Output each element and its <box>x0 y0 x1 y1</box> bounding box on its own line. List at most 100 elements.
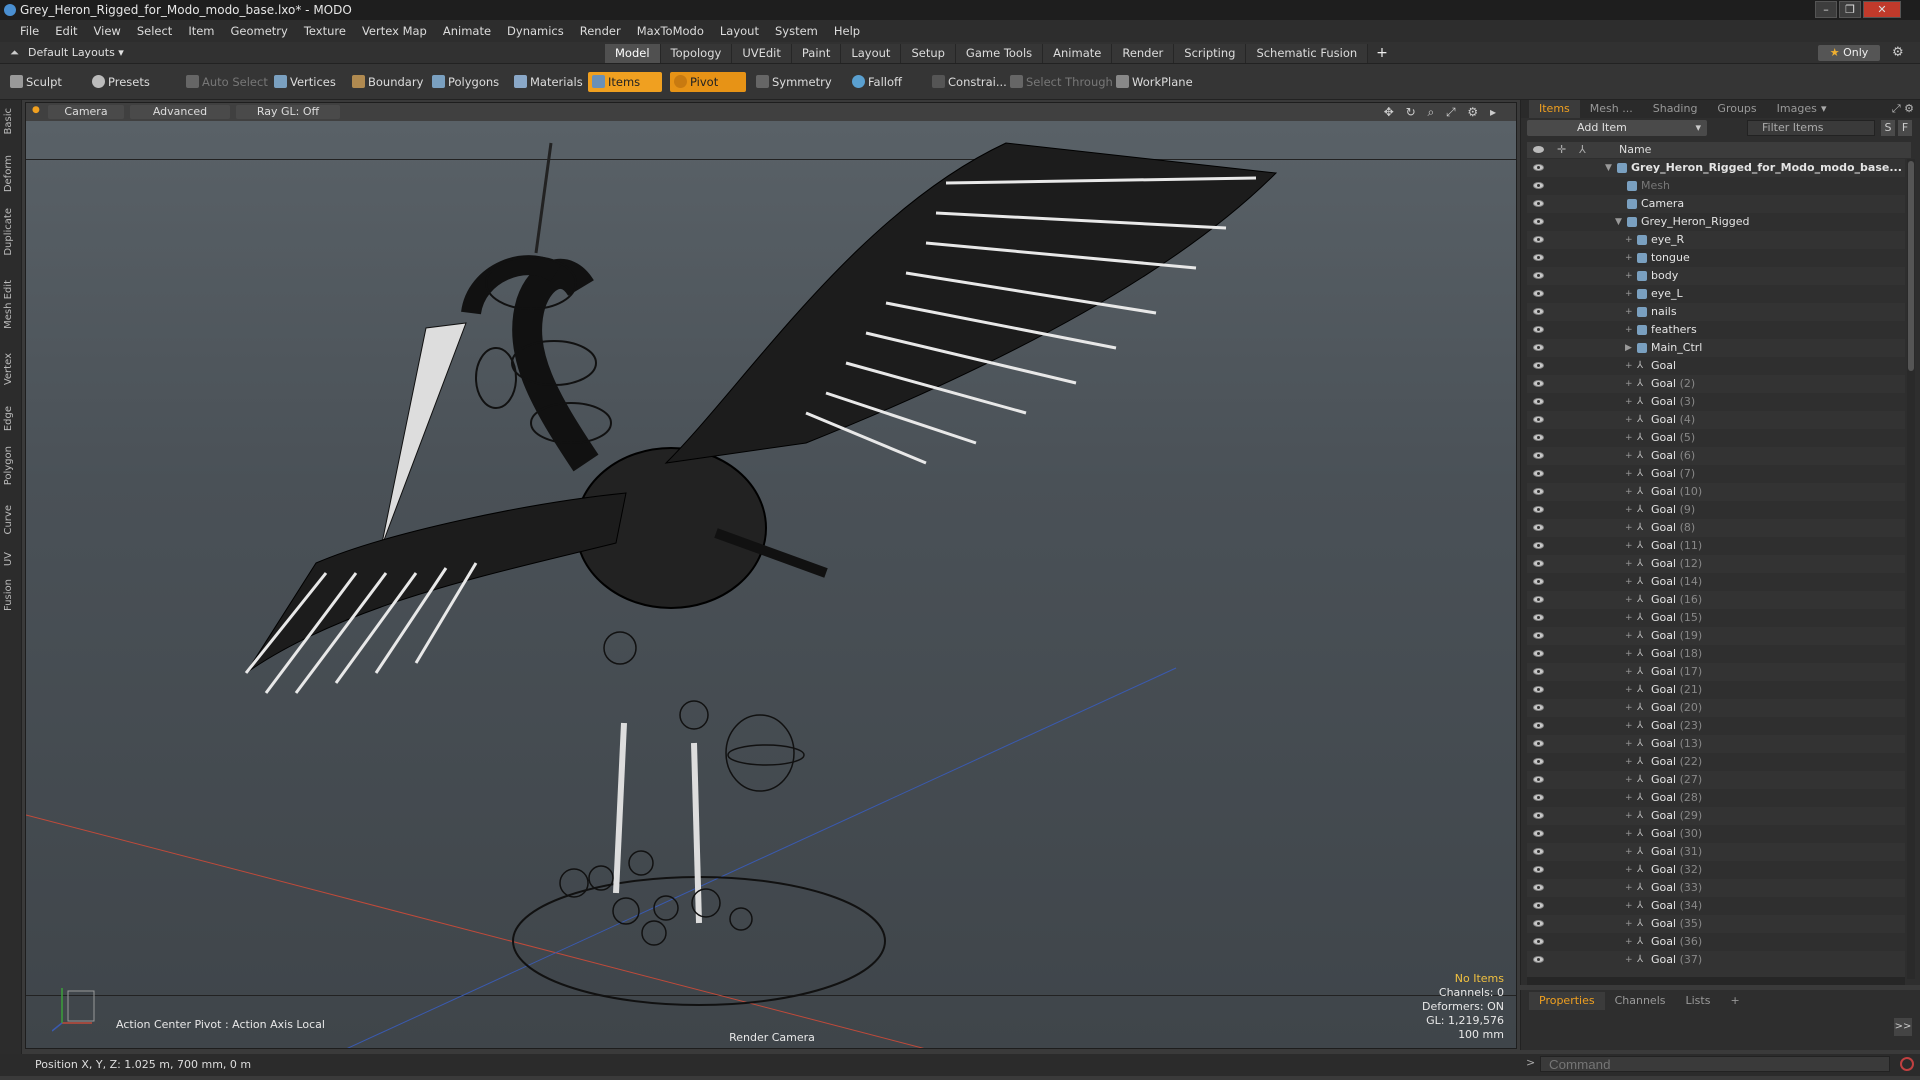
expand-toggle-icon[interactable]: ▶ <box>1625 339 1632 357</box>
left-tab-curve[interactable]: Curve <box>3 505 14 535</box>
expand-toggle-icon[interactable]: + <box>1625 717 1633 735</box>
left-tab-duplicate[interactable]: Duplicate <box>3 208 14 256</box>
command-input[interactable] <box>1540 1056 1890 1072</box>
menu-layout[interactable]: Layout <box>712 24 767 38</box>
visibility-eye-icon[interactable] <box>1533 938 1544 945</box>
visibility-eye-icon[interactable] <box>1533 488 1544 495</box>
expand-toggle-icon[interactable]: ▼ <box>1605 159 1612 177</box>
expand-toggle-icon[interactable]: + <box>1625 411 1633 429</box>
menu-vertex-map[interactable]: Vertex Map <box>354 24 435 38</box>
symmetry-button[interactable]: Symmetry <box>752 72 840 92</box>
item-row[interactable]: Camera <box>1527 195 1905 213</box>
visibility-header-eye-icon[interactable] <box>1533 146 1544 153</box>
item-list-scrollbar[interactable] <box>1907 159 1915 979</box>
panel-tab-shading[interactable]: Shading <box>1643 100 1708 118</box>
expand-toggle-icon[interactable]: + <box>1625 465 1633 483</box>
visibility-eye-icon[interactable] <box>1533 182 1544 189</box>
tab-schematic-fusion[interactable]: Schematic Fusion <box>1246 44 1369 63</box>
workplane-button[interactable]: WorkPlane <box>1112 72 1201 92</box>
menu-dynamics[interactable]: Dynamics <box>499 24 572 38</box>
expand-toggle-icon[interactable]: + <box>1625 591 1633 609</box>
visibility-eye-icon[interactable] <box>1533 920 1544 927</box>
item-row[interactable]: + ⅄ Goal (12) <box>1527 555 1905 573</box>
visibility-eye-icon[interactable] <box>1533 902 1544 909</box>
item-row[interactable]: + ⅄ Goal (27) <box>1527 771 1905 789</box>
expand-toggle-icon[interactable]: + <box>1625 789 1633 807</box>
expand-toggle-icon[interactable]: + <box>1625 699 1633 717</box>
expand-toggle-icon[interactable]: + <box>1625 933 1633 951</box>
stop-icon[interactable] <box>1900 1057 1914 1071</box>
visibility-eye-icon[interactable] <box>1533 200 1544 207</box>
constraints-button[interactable]: Constrai... <box>928 72 1015 92</box>
expand-toggle-icon[interactable]: + <box>1625 915 1633 933</box>
item-row[interactable]: + eye_R <box>1527 231 1905 249</box>
visibility-eye-icon[interactable] <box>1533 470 1544 477</box>
tab-topology[interactable]: Topology <box>660 44 733 63</box>
collapse-arrow-icon[interactable]: ⏶ <box>10 45 19 61</box>
default-layouts-dropdown[interactable]: ⏶ Default Layouts ▾ <box>8 45 124 61</box>
item-row[interactable]: + ⅄ Goal (33) <box>1527 879 1905 897</box>
item-row[interactable]: + ⅄ Goal (35) <box>1527 915 1905 933</box>
visibility-eye-icon[interactable] <box>1533 542 1544 549</box>
polygons-button[interactable]: Polygons <box>428 72 507 92</box>
expand-toggle-icon[interactable]: + <box>1625 573 1633 591</box>
expand-toggle-icon[interactable]: + <box>1625 519 1633 537</box>
visibility-eye-icon[interactable] <box>1533 164 1544 171</box>
visibility-eye-icon[interactable] <box>1533 812 1544 819</box>
visibility-eye-icon[interactable] <box>1533 650 1544 657</box>
expand-toggle-icon[interactable]: + <box>1625 267 1633 285</box>
expand-toggle-icon[interactable]: + <box>1625 375 1633 393</box>
item-row[interactable]: + nails <box>1527 303 1905 321</box>
menu-render[interactable]: Render <box>572 24 629 38</box>
visibility-eye-icon[interactable] <box>1533 506 1544 513</box>
visibility-eye-icon[interactable] <box>1533 884 1544 891</box>
visibility-eye-icon[interactable] <box>1533 416 1544 423</box>
item-row[interactable]: + ⅄ Goal (20) <box>1527 699 1905 717</box>
tab-layout[interactable]: Layout <box>841 44 902 63</box>
left-tab-edge[interactable]: Edge <box>3 406 14 431</box>
pivot-button[interactable]: Pivot <box>670 72 746 92</box>
menu-edit[interactable]: Edit <box>47 24 85 38</box>
item-row[interactable]: + feathers <box>1527 321 1905 339</box>
maximize-button[interactable]: ❐ <box>1839 1 1861 18</box>
item-row[interactable]: + ⅄ Goal (13) <box>1527 735 1905 753</box>
expand-toggle-icon[interactable]: + <box>1625 627 1633 645</box>
expand-toggle-icon[interactable]: + <box>1625 807 1633 825</box>
select-through-button[interactable]: Select Through <box>1006 72 1121 92</box>
item-row[interactable]: + ⅄ Goal (3) <box>1527 393 1905 411</box>
item-row[interactable]: + ⅄ Goal (21) <box>1527 681 1905 699</box>
expand-toggle-icon[interactable]: + <box>1625 951 1633 969</box>
name-column-header[interactable]: Name <box>1619 142 1651 158</box>
expand-toggle-icon[interactable]: + <box>1625 735 1633 753</box>
item-row[interactable]: + eye_L <box>1527 285 1905 303</box>
left-tab-fusion[interactable]: Fusion <box>3 579 14 611</box>
expand-toggle-icon[interactable]: + <box>1625 753 1633 771</box>
visibility-eye-icon[interactable] <box>1533 362 1544 369</box>
expand-toggle-icon[interactable]: + <box>1625 231 1633 249</box>
item-row[interactable]: + ⅄ Goal (4) <box>1527 411 1905 429</box>
visibility-eye-icon[interactable] <box>1533 668 1544 675</box>
expand-toggle-icon[interactable]: + <box>1625 321 1633 339</box>
visibility-eye-icon[interactable] <box>1533 596 1544 603</box>
boundary-button[interactable]: Boundary <box>348 72 431 92</box>
item-row[interactable]: + ⅄ Goal (22) <box>1527 753 1905 771</box>
item-row[interactable]: + ⅄ Goal (18) <box>1527 645 1905 663</box>
close-button[interactable]: ✕ <box>1863 1 1901 18</box>
item-row[interactable]: + ⅄ Goal (14) <box>1527 573 1905 591</box>
visibility-eye-icon[interactable] <box>1533 272 1544 279</box>
materials-button[interactable]: Materials <box>510 72 591 92</box>
expand-toggle-icon[interactable]: + <box>1625 429 1633 447</box>
item-row[interactable]: + ⅄ Goal (9) <box>1527 501 1905 519</box>
visibility-eye-icon[interactable] <box>1533 308 1544 315</box>
menu-select[interactable]: Select <box>129 24 180 38</box>
filter-items-input[interactable]: Filter Items <box>1747 120 1875 136</box>
visibility-eye-icon[interactable] <box>1533 290 1544 297</box>
left-tab-vertex[interactable]: Vertex <box>3 353 14 385</box>
more-tabs-arrow-icon[interactable]: ▾ <box>1821 102 1827 115</box>
visibility-eye-icon[interactable] <box>1533 218 1544 225</box>
item-row[interactable]: ▶ Main_Ctrl <box>1527 339 1905 357</box>
visibility-eye-icon[interactable] <box>1533 380 1544 387</box>
properties-tab-lists[interactable]: Lists <box>1676 992 1721 1010</box>
auto-select-button[interactable]: Auto Select <box>182 72 276 92</box>
left-tab-mesh-edit[interactable]: Mesh Edit <box>3 280 14 329</box>
